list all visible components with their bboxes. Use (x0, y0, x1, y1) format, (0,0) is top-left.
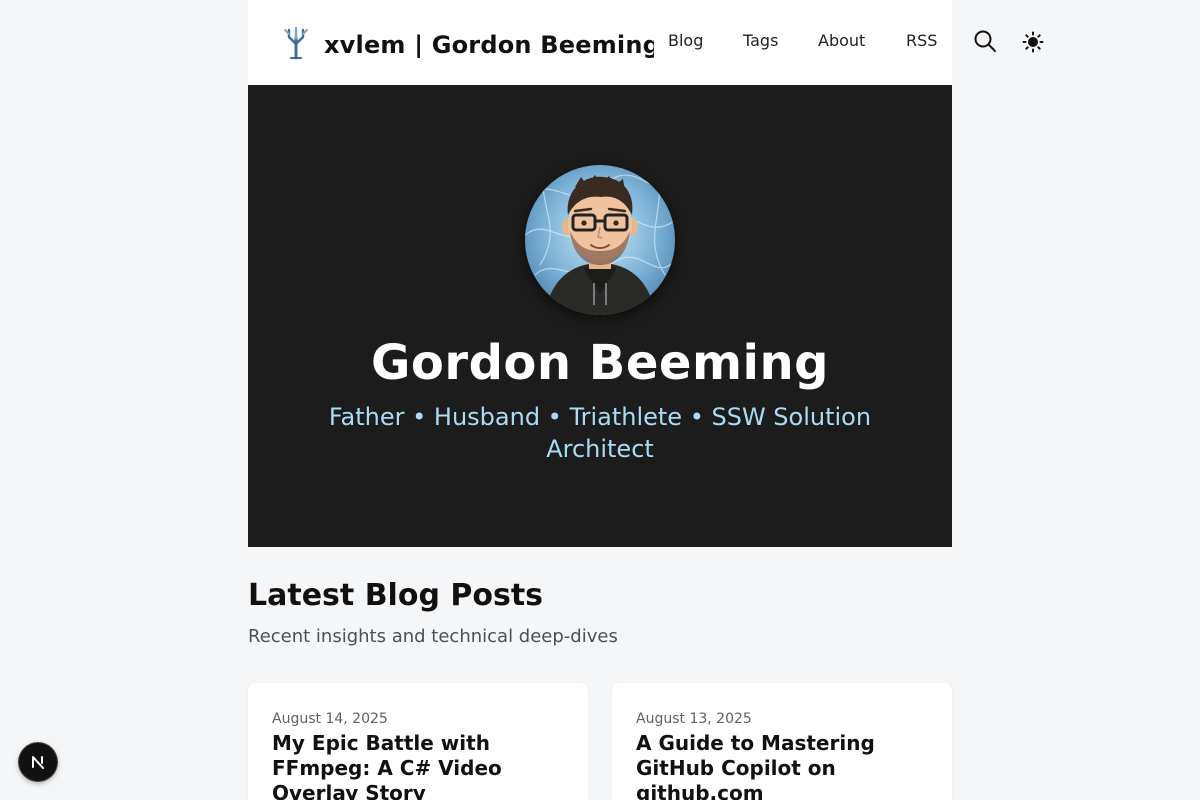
avatar (525, 165, 675, 315)
tree-logo-icon[interactable] (282, 24, 310, 60)
latest-posts-subtitle: Recent insights and technical deep-dives (248, 626, 618, 647)
nav-rss[interactable]: RSS (906, 30, 937, 52)
post-title[interactable]: A Guide to Mastering GitHub Copilot on g… (636, 731, 936, 800)
hero-tagline: Father • Husband • Triathlete • SSW Solu… (328, 403, 872, 463)
nextjs-badge-icon[interactable] (19, 743, 57, 781)
latest-posts-heading: Latest Blog Posts (248, 578, 544, 613)
nav-blog[interactable]: Blog (668, 30, 703, 52)
post-date: August 13, 2025 (636, 711, 752, 727)
nav-about[interactable]: About (818, 30, 865, 52)
site-header: xvlem | Gordon Beeming Blog Tags About R… (248, 0, 1044, 85)
hero-name: Gordon Beeming (371, 335, 829, 391)
post-title[interactable]: My Epic Battle with FFmpeg: A C# Video O… (272, 731, 572, 800)
post-card[interactable]: August 14, 2025 My Epic Battle with FFmp… (248, 683, 588, 800)
post-date: August 14, 2025 (272, 711, 388, 727)
sun-icon[interactable] (1019, 28, 1047, 56)
site-title[interactable]: xvlem | Gordon Beeming (324, 22, 654, 58)
hero-section: Gordon Beeming Father • Husband • Triath… (248, 85, 952, 547)
search-icon[interactable] (971, 27, 999, 55)
nav-tags[interactable]: Tags (743, 30, 778, 52)
page: xvlem | Gordon Beeming Blog Tags About R… (0, 0, 1200, 800)
post-card[interactable]: August 13, 2025 A Guide to Mastering Git… (612, 683, 952, 800)
